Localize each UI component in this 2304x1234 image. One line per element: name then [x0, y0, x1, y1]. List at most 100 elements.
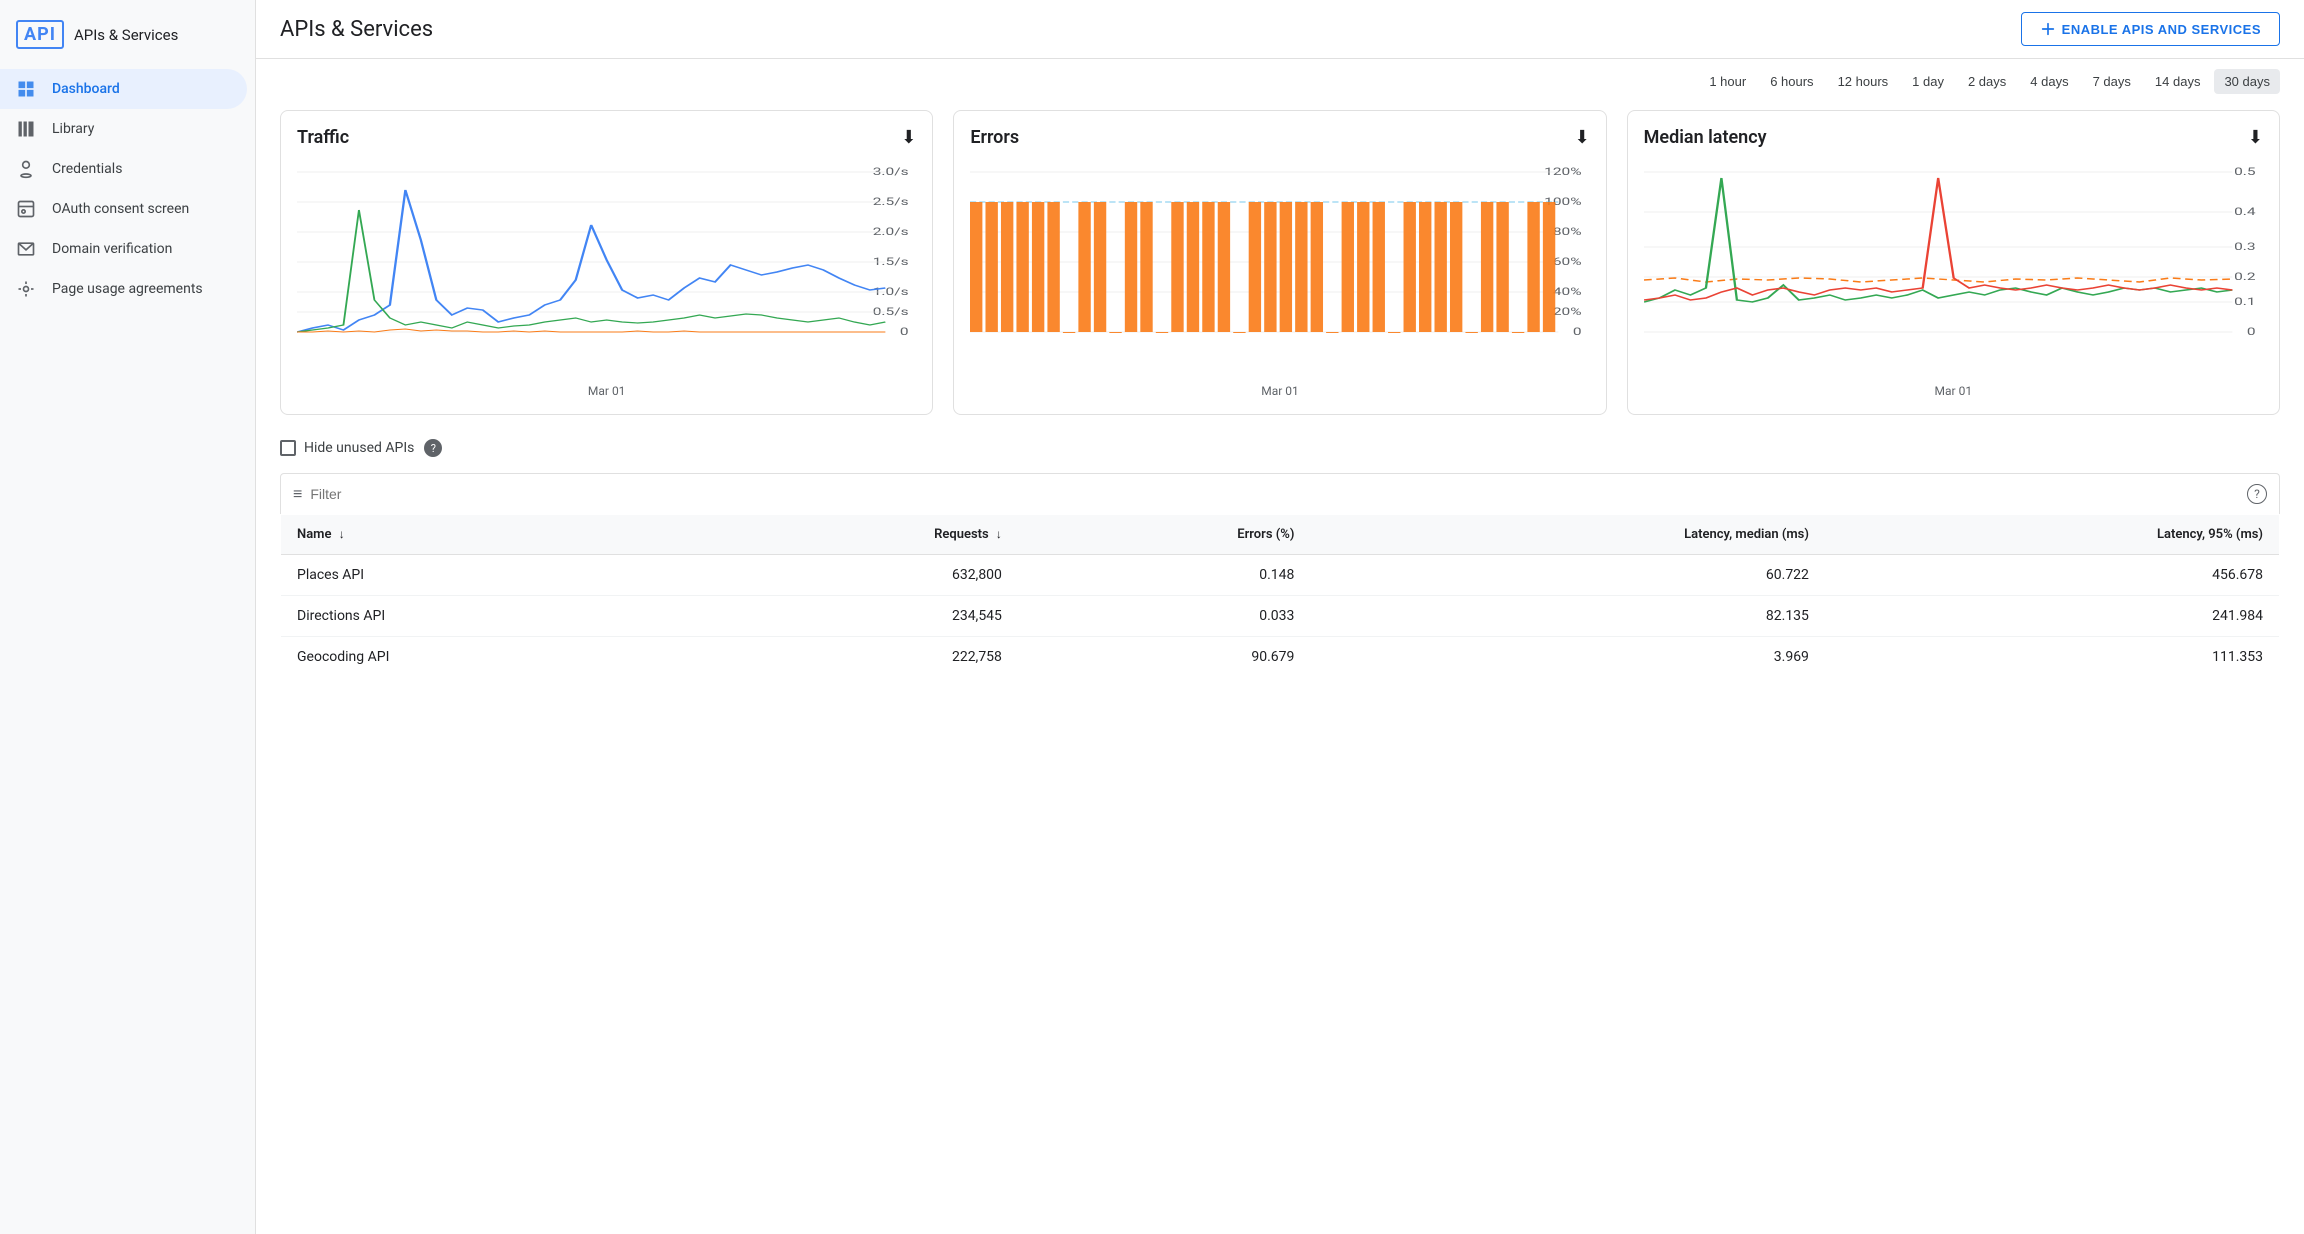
- table-help-icon[interactable]: ?: [2247, 484, 2267, 504]
- hide-unused-text: Hide unused APIs: [304, 440, 414, 456]
- time-btn-1day[interactable]: 1 day: [1902, 69, 1954, 94]
- library-icon: [16, 119, 36, 139]
- svg-text:120%: 120%: [1545, 167, 1582, 179]
- svg-text:80%: 80%: [1553, 227, 1582, 239]
- sidebar-item-page-usage[interactable]: Page usage agreements: [0, 269, 247, 309]
- traffic-download-icon[interactable]: ⬇: [901, 127, 916, 148]
- page-title: APIs & Services: [280, 17, 2005, 42]
- traffic-chart-xlabel: Mar 01: [297, 384, 916, 398]
- svg-text:0.4: 0.4: [2234, 207, 2256, 219]
- hide-unused-label[interactable]: Hide unused APIs: [280, 440, 414, 456]
- row-1-name: Directions API: [281, 596, 691, 637]
- time-btn-12hours[interactable]: 12 hours: [1828, 69, 1899, 94]
- svg-text:0.2: 0.2: [2234, 272, 2255, 284]
- sidebar-item-dashboard[interactable]: Dashboard: [0, 69, 247, 109]
- traffic-chart-title: Traffic: [297, 127, 349, 148]
- sidebar-item-credentials-label: Credentials: [52, 161, 122, 177]
- time-btn-7days[interactable]: 7 days: [2083, 69, 2141, 94]
- dashboard-icon: [16, 79, 36, 99]
- latency-chart-container: 0.5 0.4 0.3 0.2 0.1 0: [1644, 160, 2263, 380]
- errors-chart-svg: 120% 100% 80% 60% 40% 20% 0: [970, 160, 1589, 340]
- time-btn-6hours[interactable]: 6 hours: [1760, 69, 1823, 94]
- time-btn-1hour[interactable]: 1 hour: [1699, 69, 1756, 94]
- svg-text:60%: 60%: [1553, 257, 1582, 269]
- table-header-row: Name ↓ Requests ↓ Errors (%) Latency, me…: [281, 515, 2280, 555]
- col-requests[interactable]: Requests ↓: [690, 515, 1018, 555]
- col-name[interactable]: Name ↓: [281, 515, 691, 555]
- row-0-name: Places API: [281, 555, 691, 596]
- sidebar-app-title: APIs & Services: [74, 26, 178, 44]
- latency-chart-card: Median latency ⬇ 0.5 0.4 0.3 0.2 0.1 0: [1627, 110, 2280, 415]
- plus-icon: [2040, 21, 2056, 37]
- row-0-latency-median: 60.722: [1310, 555, 1825, 596]
- traffic-chart-header: Traffic ⬇: [297, 127, 916, 148]
- svg-text:0.5/s: 0.5/s: [873, 307, 909, 319]
- svg-text:1.5/s: 1.5/s: [873, 257, 909, 269]
- traffic-chart-card: Traffic ⬇ 3.0/s 2.5/s 2.0/s 1.5/s 1.0/s …: [280, 110, 933, 415]
- svg-text:2.0/s: 2.0/s: [873, 227, 909, 239]
- row-2-errors: 90.679: [1018, 637, 1311, 678]
- sidebar-item-oauth-label: OAuth consent screen: [52, 201, 189, 217]
- latency-chart-svg: 0.5 0.4 0.3 0.2 0.1 0: [1644, 160, 2263, 340]
- row-2-latency-95: 111.353: [1825, 637, 2280, 678]
- latency-download-icon[interactable]: ⬇: [2248, 127, 2263, 148]
- svg-text:2.5/s: 2.5/s: [873, 197, 909, 209]
- time-range-selector: 1 hour 6 hours 12 hours 1 day 2 days 4 d…: [256, 59, 2304, 94]
- row-2-latency-median: 3.969: [1310, 637, 1825, 678]
- page-usage-icon: [16, 279, 36, 299]
- svg-text:0: 0: [1573, 327, 1582, 339]
- table-row[interactable]: Directions API 234,545 0.033 82.135 241.…: [281, 596, 2280, 637]
- table-row[interactable]: Places API 632,800 0.148 60.722 456.678: [281, 555, 2280, 596]
- sidebar-item-oauth[interactable]: OAuth consent screen: [0, 189, 247, 229]
- row-2-requests: 222,758: [690, 637, 1018, 678]
- svg-text:0.3: 0.3: [2234, 242, 2255, 254]
- sidebar-item-library-label: Library: [52, 121, 94, 137]
- row-1-latency-95: 241.984: [1825, 596, 2280, 637]
- time-btn-14days[interactable]: 14 days: [2145, 69, 2211, 94]
- time-btn-4days[interactable]: 4 days: [2020, 69, 2078, 94]
- requests-sort-icon: ↓: [996, 527, 1002, 541]
- svg-text:0: 0: [2247, 327, 2256, 339]
- errors-download-icon[interactable]: ⬇: [1575, 127, 1590, 148]
- errors-chart-card: Errors ⬇ 120% 100% 80% 60% 40% 20% 0: [953, 110, 1606, 415]
- topbar: APIs & Services ENABLE APIS AND SERVICES: [256, 0, 2304, 59]
- sidebar-logo: API APIs & Services: [0, 8, 255, 69]
- sidebar-navigation: Dashboard Library Credentials OAuth cons…: [0, 69, 255, 309]
- hide-unused-checkbox[interactable]: [280, 440, 296, 456]
- svg-text:20%: 20%: [1553, 307, 1582, 319]
- latency-chart-header: Median latency ⬇: [1644, 127, 2263, 148]
- api-table: Name ↓ Requests ↓ Errors (%) Latency, me…: [280, 514, 2280, 678]
- row-1-requests: 234,545: [690, 596, 1018, 637]
- enable-apis-button[interactable]: ENABLE APIS AND SERVICES: [2021, 12, 2280, 46]
- time-btn-30days[interactable]: 30 days: [2214, 69, 2280, 94]
- name-sort-icon: ↓: [339, 527, 345, 541]
- svg-text:3.0/s: 3.0/s: [873, 167, 909, 179]
- row-0-latency-95: 456.678: [1825, 555, 2280, 596]
- sidebar-item-library[interactable]: Library: [0, 109, 247, 149]
- hide-unused-help-icon[interactable]: ?: [424, 439, 442, 457]
- main-content: APIs & Services ENABLE APIS AND SERVICES…: [256, 0, 2304, 1234]
- charts-row: Traffic ⬇ 3.0/s 2.5/s 2.0/s 1.5/s 1.0/s …: [256, 94, 2304, 431]
- api-logo-icon: API: [16, 20, 64, 49]
- svg-text:40%: 40%: [1553, 287, 1582, 299]
- filter-input[interactable]: [310, 486, 2239, 502]
- sidebar-item-dashboard-label: Dashboard: [52, 81, 120, 97]
- sidebar-item-credentials[interactable]: Credentials: [0, 149, 247, 189]
- col-latency-95: Latency, 95% (ms): [1825, 515, 2280, 555]
- row-2-name: Geocoding API: [281, 637, 691, 678]
- sidebar-item-domain-label: Domain verification: [52, 241, 172, 257]
- enable-button-label: ENABLE APIS AND SERVICES: [2062, 22, 2261, 37]
- traffic-chart-container: 3.0/s 2.5/s 2.0/s 1.5/s 1.0/s 0.5/s 0: [297, 160, 916, 380]
- table-section: ≡ ? Name ↓ Requests ↓ Errors (%) Latency…: [256, 473, 2304, 702]
- col-latency-median: Latency, median (ms): [1310, 515, 1825, 555]
- svg-text:0.5: 0.5: [2234, 167, 2255, 179]
- time-btn-2days[interactable]: 2 days: [1958, 69, 2016, 94]
- credentials-icon: [16, 159, 36, 179]
- table-row[interactable]: Geocoding API 222,758 90.679 3.969 111.3…: [281, 637, 2280, 678]
- col-errors: Errors (%): [1018, 515, 1311, 555]
- oauth-icon: [16, 199, 36, 219]
- sidebar: API APIs & Services Dashboard Library Cr…: [0, 0, 256, 1234]
- errors-chart-title: Errors: [970, 127, 1019, 148]
- sidebar-item-domain[interactable]: Domain verification: [0, 229, 247, 269]
- errors-chart-container: 120% 100% 80% 60% 40% 20% 0: [970, 160, 1589, 380]
